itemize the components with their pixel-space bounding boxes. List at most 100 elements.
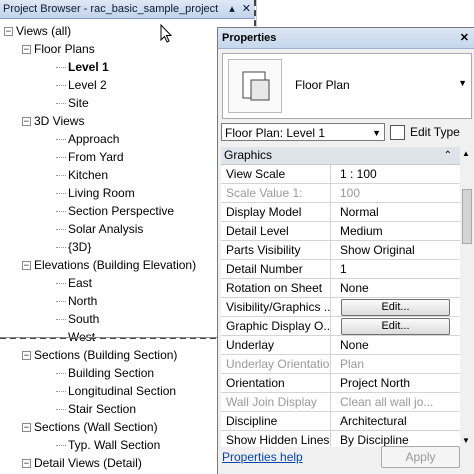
- tree-item[interactable]: Solar Analysis: [56, 220, 143, 238]
- property-name: Underlay Orientation: [221, 355, 331, 373]
- tree-item[interactable]: From Yard: [56, 148, 124, 166]
- property-row[interactable]: Wall Join Display Clean all wall jo...: [221, 393, 460, 412]
- property-value: 100: [340, 186, 361, 200]
- property-row[interactable]: Rotation on Sheet None: [221, 279, 460, 298]
- properties-grid: Graphics ⌃ View Scale 1 : 100 Scale Value …: [221, 147, 460, 447]
- properties-title-bar[interactable]: Properties ✕: [218, 28, 474, 49]
- property-row[interactable]: Orientation Project North: [221, 374, 460, 393]
- property-row[interactable]: Show Hidden Lines By Discipline: [221, 431, 460, 447]
- tree-item[interactable]: Level 1: [56, 58, 109, 76]
- edit-button[interactable]: Edit...: [341, 318, 450, 335]
- type-selector[interactable]: Floor Plan ▼: [222, 53, 472, 119]
- tree-item-label: Kitchen: [68, 168, 109, 182]
- property-value[interactable]: By Discipline: [337, 431, 455, 447]
- property-value[interactable]: None: [337, 279, 455, 297]
- tree-item[interactable]: Approach: [56, 130, 120, 148]
- tree-item[interactable]: Level 2: [56, 76, 107, 94]
- property-value[interactable]: Show Original: [337, 241, 455, 259]
- scroll-up-icon[interactable]: ▲: [462, 149, 470, 158]
- project-browser-title: Project Browser - rac_basic_sample_proje…: [3, 3, 219, 15]
- property-name: View Scale: [221, 165, 331, 183]
- type-dropdown-arrow-icon[interactable]: ▼: [458, 78, 467, 88]
- property-name: Orientation: [221, 374, 331, 392]
- tree-item[interactable]: Building Section: [56, 364, 154, 382]
- project-browser-title-bar[interactable]: Project Browser - rac_basic_sample_proje…: [0, 0, 255, 19]
- property-value[interactable]: Project North: [337, 374, 455, 392]
- collapse-icon[interactable]: ⌃: [444, 147, 452, 164]
- collapse-toggle-icon[interactable]: −: [22, 459, 31, 469]
- tree-item[interactable]: Stair Section: [56, 400, 136, 418]
- close-button[interactable]: ✕: [242, 3, 251, 15]
- tree-item[interactable]: − Views (all): [4, 22, 71, 40]
- collapse-toggle-icon[interactable]: −: [22, 423, 31, 433]
- property-row[interactable]: Display Model Normal: [221, 203, 460, 222]
- tree-item[interactable]: − Elevations (Building Elevation): [22, 256, 196, 274]
- tree-item-label: Longitudinal Section: [68, 384, 177, 398]
- property-row[interactable]: Detail Number 1: [221, 260, 460, 279]
- property-row[interactable]: Discipline Architectural: [221, 412, 460, 431]
- tree-item[interactable]: {3D}: [56, 238, 91, 256]
- tree-item[interactable]: Site: [56, 94, 89, 112]
- property-row[interactable]: Underlay None: [221, 336, 460, 355]
- tree-item[interactable]: Kitchen: [56, 166, 109, 184]
- property-row[interactable]: Graphic Display O... Edit...: [221, 317, 460, 336]
- collapse-toggle-icon[interactable]: −: [4, 27, 13, 37]
- property-row[interactable]: Underlay Orientation Plan: [221, 355, 460, 374]
- property-row[interactable]: Parts Visibility Show Original: [221, 241, 460, 260]
- instance-selector-dropdown[interactable]: Floor Plan: Level 1 ▼: [221, 123, 385, 141]
- property-name: Display Model: [221, 203, 331, 221]
- tree-item[interactable]: Section Perspective: [56, 202, 174, 220]
- property-value[interactable]: Medium: [337, 222, 455, 240]
- tree-item[interactable]: East: [56, 274, 92, 292]
- property-name: Graphic Display O...: [221, 317, 331, 335]
- property-value[interactable]: 1 : 100: [337, 165, 455, 183]
- pin-button[interactable]: ▴: [229, 3, 235, 15]
- tree-item[interactable]: −3D Views: [22, 112, 84, 130]
- collapse-toggle-icon[interactable]: −: [22, 261, 31, 271]
- tree-item[interactable]: − Sections (Building Section): [22, 346, 177, 364]
- group-label: Graphics: [224, 148, 273, 162]
- tree-item[interactable]: Typ. Wall Section: [56, 436, 160, 454]
- property-name: Rotation on Sheet: [221, 279, 331, 297]
- collapse-toggle-icon[interactable]: −: [22, 117, 31, 127]
- property-value[interactable]: 1: [337, 260, 455, 278]
- properties-scrollbar[interactable]: ▲ ▼: [461, 147, 473, 447]
- property-row[interactable]: Visibility/Graphics ... Edit...: [221, 298, 460, 317]
- property-value[interactable]: None: [337, 336, 455, 354]
- tree-item-label: Approach: [68, 132, 120, 146]
- tree-item-label: Sections (Wall Section): [34, 420, 158, 434]
- properties-panel: Properties ✕ Floor Plan ▼ Floor Plan: Le…: [217, 27, 474, 474]
- tree-item[interactable]: − Sections (Wall Section): [22, 418, 158, 436]
- property-value[interactable]: Architectural: [337, 412, 455, 430]
- property-row[interactable]: View Scale 1 : 100: [221, 165, 460, 184]
- edit-button[interactable]: Edit...: [341, 299, 450, 316]
- tree-item[interactable]: Living Room: [56, 184, 135, 202]
- tree-item[interactable]: North: [56, 292, 97, 310]
- tree-item[interactable]: − Detail Views (Detail): [22, 454, 142, 472]
- scroll-down-icon[interactable]: ▼: [462, 436, 470, 445]
- tree-connector: [56, 211, 66, 212]
- tree-connector: [56, 103, 66, 104]
- tree-connector: [56, 229, 66, 230]
- tree-item[interactable]: Longitudinal Section: [56, 382, 177, 400]
- property-value[interactable]: Normal: [337, 203, 455, 221]
- scrollbar-thumb[interactable]: [462, 189, 472, 244]
- edit-type-button[interactable]: Edit Type: [390, 122, 460, 142]
- property-name: Wall Join Display: [221, 393, 331, 411]
- group-header-graphics[interactable]: Graphics ⌃: [221, 147, 460, 165]
- edit-type-label: Edit Type: [410, 125, 460, 139]
- tree-connector: [56, 157, 66, 158]
- tree-connector: [56, 175, 66, 176]
- collapse-toggle-icon[interactable]: −: [22, 351, 31, 361]
- apply-button[interactable]: Apply: [381, 446, 460, 468]
- instance-selector-value: Floor Plan: Level 1: [225, 126, 326, 140]
- property-row[interactable]: Scale Value 1: 100: [221, 184, 460, 203]
- properties-help-link[interactable]: Properties help: [222, 448, 303, 466]
- properties-close-button[interactable]: ✕: [460, 28, 469, 48]
- property-row[interactable]: Detail Level Medium: [221, 222, 460, 241]
- tree-item[interactable]: − Floor Plans: [22, 40, 95, 58]
- collapse-toggle-icon[interactable]: −: [22, 45, 31, 55]
- tree-item[interactable]: South: [56, 310, 99, 328]
- property-value: Plan: [340, 357, 365, 371]
- property-name: Detail Number: [221, 260, 331, 278]
